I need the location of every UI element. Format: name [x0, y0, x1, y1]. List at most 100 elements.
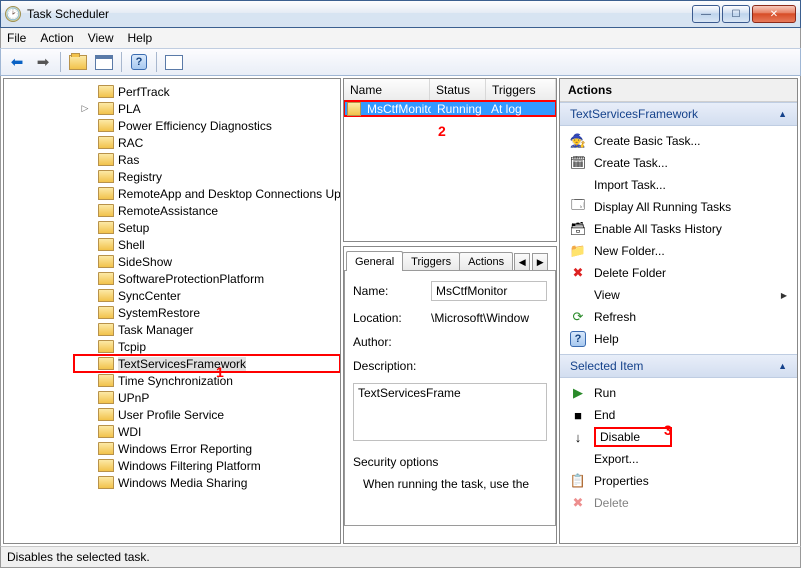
action-disable-wrap[interactable]: ↓ Disable: [560, 426, 797, 448]
column-triggers[interactable]: Triggers: [486, 79, 556, 100]
tree-item-rac[interactable]: RAC: [74, 134, 340, 151]
stop-icon: ■: [570, 407, 586, 423]
main-content: 1 PerfTrack▷PLAPower Efficiency Diagnost…: [0, 76, 801, 546]
close-button[interactable]: ✕: [752, 5, 796, 23]
run-toolbar-button[interactable]: [162, 51, 186, 73]
description-label: Description:: [353, 359, 425, 373]
tab-triggers[interactable]: Triggers: [402, 252, 460, 271]
action-enable-history[interactable]: 🗃Enable All Tasks History: [560, 218, 797, 240]
location-label: Location:: [353, 311, 425, 325]
task-status: Running: [431, 102, 485, 116]
tree-item-systemrestore[interactable]: SystemRestore: [74, 304, 340, 321]
task-list[interactable]: MsCtfMonitor Running At log 2: [344, 101, 556, 221]
column-status[interactable]: Status: [430, 79, 486, 100]
forward-button[interactable]: ➡: [31, 51, 55, 73]
tree-item-sideshow[interactable]: SideShow: [74, 253, 340, 270]
action-display-running[interactable]: 🗔Display All Running Tasks: [560, 196, 797, 218]
tree-item-pla[interactable]: ▷PLA: [74, 100, 340, 117]
play-icon: ▶: [570, 385, 586, 401]
list-icon: 🗔: [570, 199, 586, 215]
folder-icon: [98, 85, 114, 98]
folder-icon: [98, 374, 114, 387]
folder-icon: [98, 170, 114, 183]
task-row-msctfmonitor[interactable]: MsCtfMonitor Running At log: [343, 100, 557, 117]
actions-section-context[interactable]: TextServicesFramework ▲: [560, 102, 797, 126]
titlebar: 🕑 Task Scheduler — ☐ ✕: [0, 0, 801, 28]
task-list-hscroll[interactable]: [344, 221, 556, 238]
action-new-folder[interactable]: 📁New Folder...: [560, 240, 797, 262]
task-triggers: At log: [485, 102, 555, 116]
help-button[interactable]: ?: [127, 51, 151, 73]
tab-scroll-right[interactable]: ▶: [532, 253, 548, 271]
tree-item-time-synchronization[interactable]: Time Synchronization: [74, 372, 340, 389]
menu-view[interactable]: View: [88, 31, 114, 45]
maximize-button[interactable]: ☐: [722, 5, 750, 23]
tree-item-ras[interactable]: Ras: [74, 151, 340, 168]
column-name[interactable]: Name: [344, 79, 430, 100]
tree-item-upnp[interactable]: UPnP: [74, 389, 340, 406]
tree-item-textservicesframework[interactable]: TextServicesFramework: [73, 354, 340, 373]
tree-item-user-profile-service[interactable]: User Profile Service: [74, 406, 340, 423]
action-end[interactable]: ■End: [560, 404, 797, 426]
menu-action[interactable]: Action: [40, 31, 73, 45]
tab-general[interactable]: General: [346, 251, 403, 271]
tree-item-remoteassistance[interactable]: RemoteAssistance: [74, 202, 340, 219]
action-import-task[interactable]: Import Task...: [560, 174, 797, 196]
up-button[interactable]: [66, 51, 90, 73]
properties-icon: 📋: [570, 473, 586, 489]
action-run[interactable]: ▶Run: [560, 382, 797, 404]
folder-icon: [98, 476, 114, 489]
action-refresh[interactable]: ⟳Refresh: [560, 306, 797, 328]
tree-item-label: WDI: [118, 425, 141, 439]
expander-icon[interactable]: ▷: [80, 104, 90, 114]
tree-view[interactable]: PerfTrack▷PLA Power Efficiency Diagnostic…: [4, 79, 340, 543]
tree-item-tcpip[interactable]: Tcpip: [74, 338, 340, 355]
action-view[interactable]: View▶: [560, 284, 797, 306]
tree-item-softwareprotectionplatform[interactable]: SoftwareProtectionPlatform: [74, 270, 340, 287]
menu-help[interactable]: Help: [128, 31, 153, 45]
action-export[interactable]: Export...: [560, 448, 797, 470]
tree-item-synccenter[interactable]: SyncCenter: [74, 287, 340, 304]
menu-file[interactable]: File: [7, 31, 26, 45]
minimize-button[interactable]: —: [692, 5, 720, 23]
back-button[interactable]: ⬅: [5, 51, 29, 73]
task-columns-header: Name Status Triggers: [344, 79, 556, 101]
tree-item-wdi[interactable]: WDI: [74, 423, 340, 440]
action-create-task[interactable]: 🗓Create Task...: [560, 152, 797, 174]
tree-item-power-efficiency-diagnostics[interactable]: Power Efficiency Diagnostics: [74, 117, 340, 134]
tree-item-perftrack[interactable]: PerfTrack: [74, 83, 340, 100]
tree-item-shell[interactable]: Shell: [74, 236, 340, 253]
menubar: File Action View Help: [0, 28, 801, 48]
action-help[interactable]: ?Help: [560, 328, 797, 350]
tree-item-remoteapp-and-desktop-connections-update[interactable]: RemoteApp and Desktop Connections Update: [74, 185, 340, 202]
tree-item-label: SideShow: [118, 255, 172, 269]
blank-icon: [570, 451, 586, 467]
panes-button[interactable]: [92, 51, 116, 73]
folder-icon: [98, 238, 114, 251]
action-disable[interactable]: Disable: [594, 427, 672, 447]
props-hscroll[interactable]: [344, 526, 556, 543]
tree-item-windows-error-reporting[interactable]: Windows Error Reporting: [74, 440, 340, 457]
folder-open-icon: [69, 55, 87, 70]
tree-item-windows-filtering-platform[interactable]: Windows Filtering Platform: [74, 457, 340, 474]
action-delete-folder[interactable]: ✖Delete Folder: [560, 262, 797, 284]
actions-section-label: Selected Item: [570, 359, 643, 373]
tree-item-label: Power Efficiency Diagnostics: [118, 119, 272, 133]
tree-item-registry[interactable]: Registry: [74, 168, 340, 185]
toolbar-separator: [60, 52, 61, 72]
action-create-basic-task[interactable]: 🧙Create Basic Task...: [560, 130, 797, 152]
action-delete[interactable]: ✖Delete: [560, 492, 797, 514]
tab-actions[interactable]: Actions: [459, 252, 513, 271]
tab-scroll-left[interactable]: ◀: [514, 253, 530, 271]
tree-item-task-manager[interactable]: Task Manager: [74, 321, 340, 338]
tree-item-windows-media-sharing[interactable]: Windows Media Sharing: [74, 474, 340, 491]
window-title: Task Scheduler: [27, 7, 692, 21]
description-field[interactable]: TextServicesFrame: [353, 383, 547, 441]
arrow-right-icon: ➡: [37, 53, 50, 71]
action-properties[interactable]: 📋Properties: [560, 470, 797, 492]
actions-section-selected[interactable]: Selected Item ▲: [560, 354, 797, 378]
folder-icon: [98, 323, 114, 336]
tree-item-setup[interactable]: Setup: [74, 219, 340, 236]
name-field[interactable]: MsCtfMonitor: [431, 281, 547, 301]
folder-icon: [98, 153, 114, 166]
